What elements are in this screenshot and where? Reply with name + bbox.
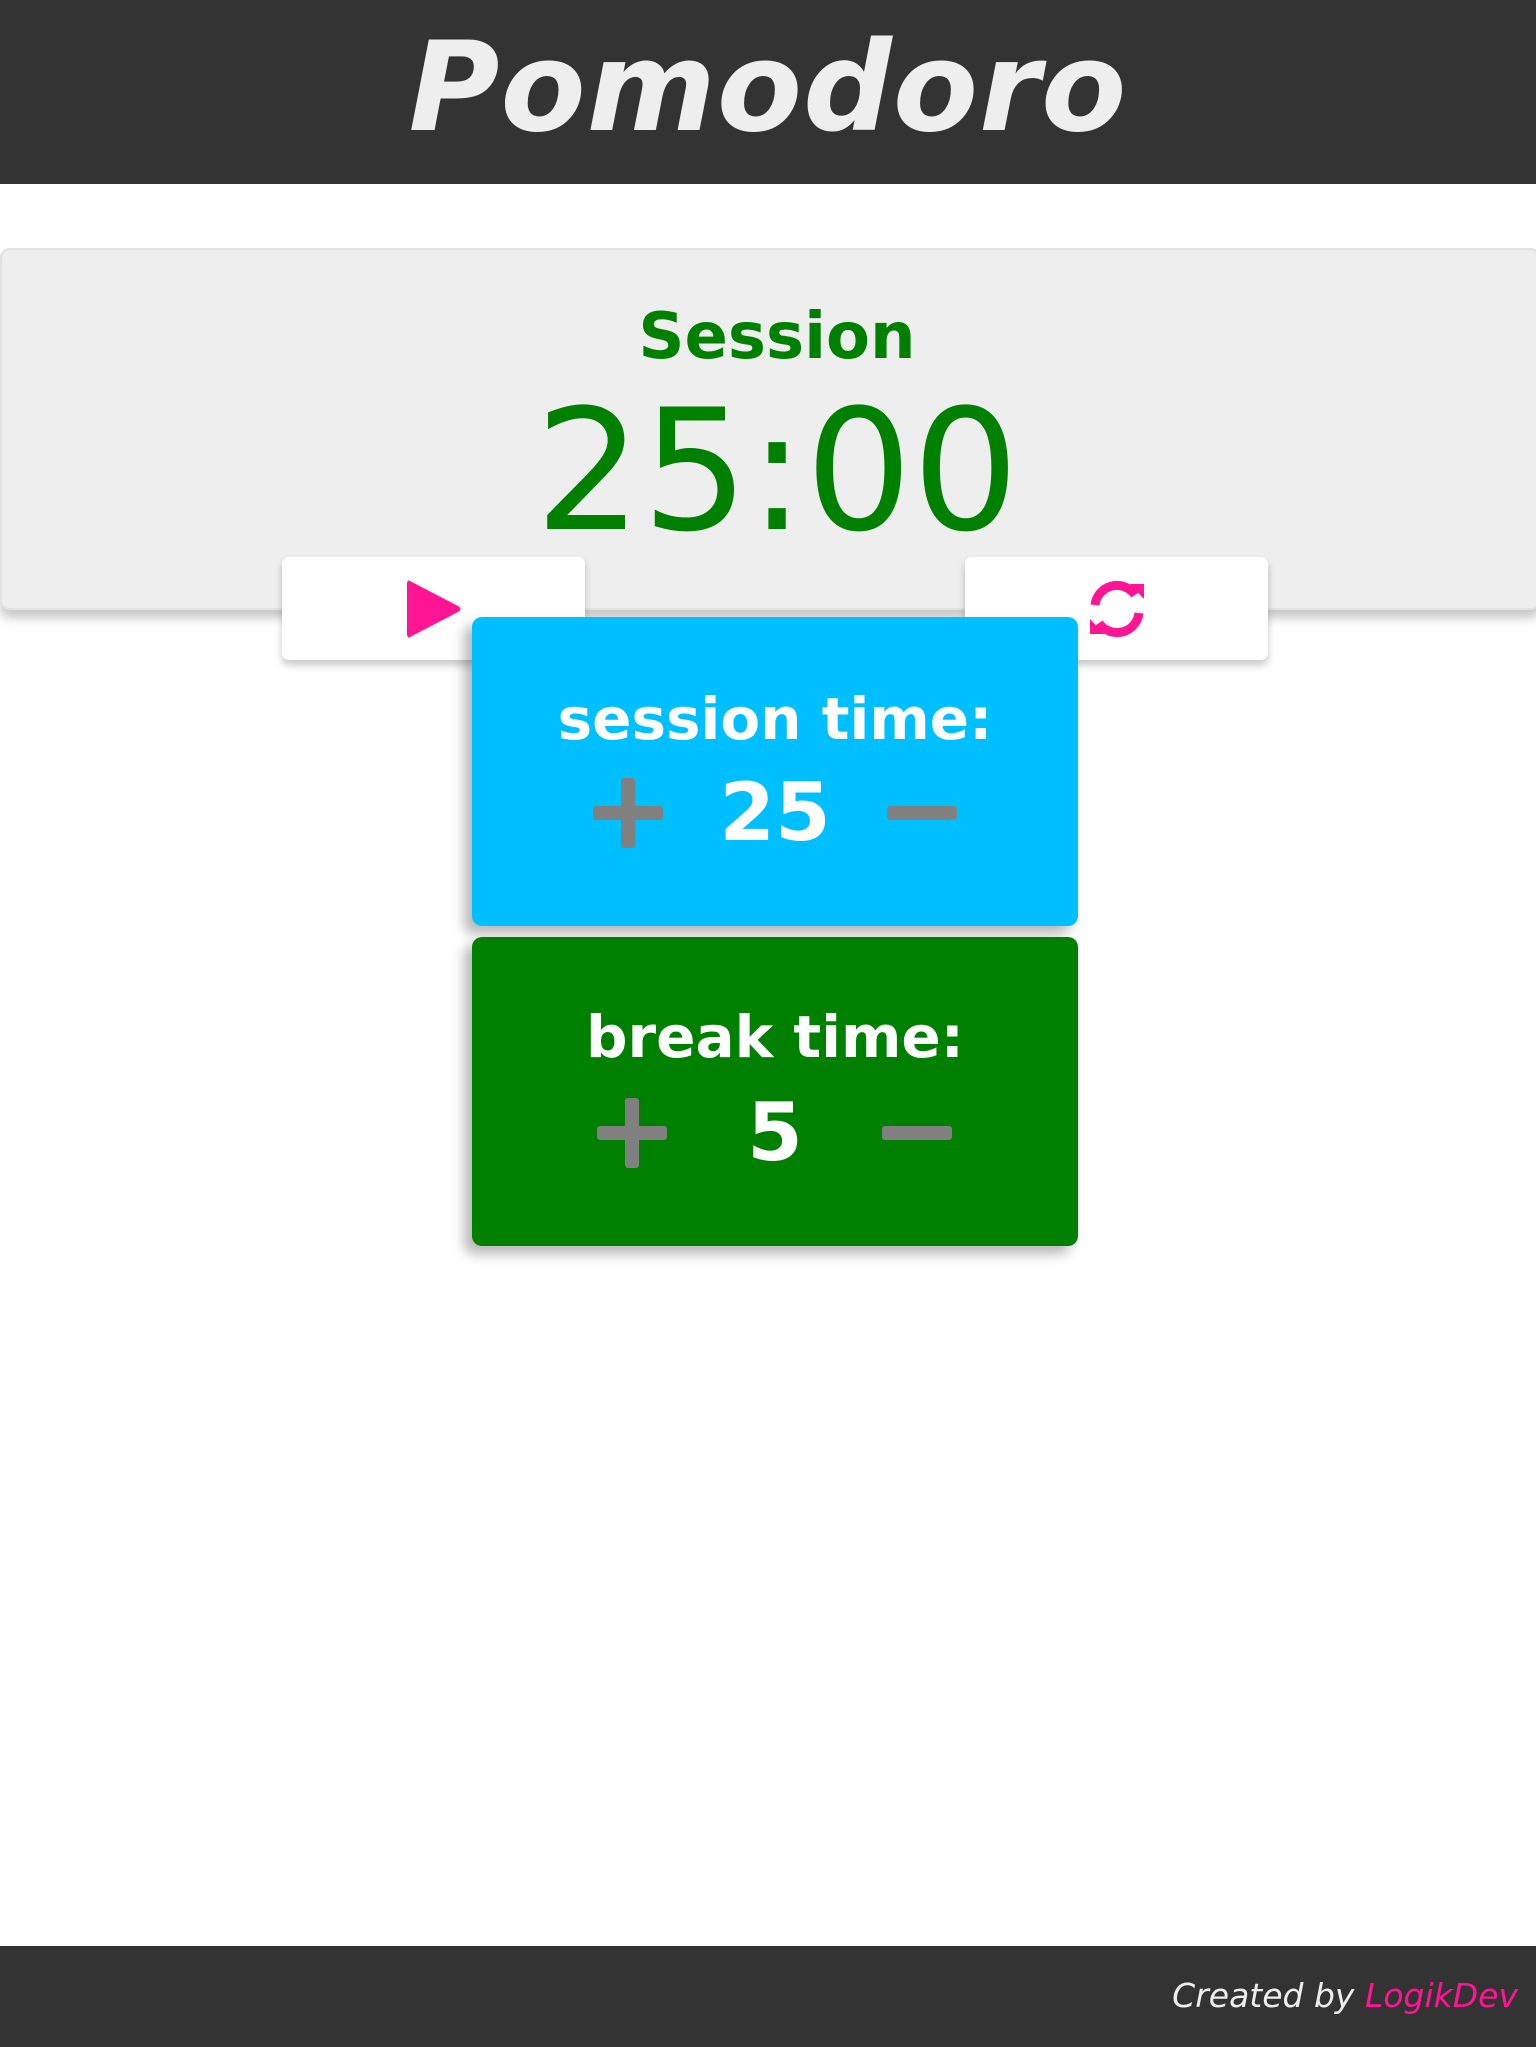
break-time-stepper: 5: [472, 1083, 1078, 1183]
session-time-value: 25: [719, 766, 831, 859]
session-time-stepper: 25: [472, 763, 1078, 863]
app-title: Pomodoro: [408, 16, 1128, 160]
credit-prefix: Created by: [1172, 1976, 1365, 2015]
play-icon: [406, 580, 460, 637]
break-time-value: 5: [747, 1086, 803, 1179]
break-time-card: break time: 5: [472, 937, 1078, 1246]
refresh-icon: [1089, 580, 1144, 637]
session-time-card: session time: 25: [472, 617, 1078, 926]
timer-display: 25:00: [534, 373, 1020, 569]
minus-icon: [887, 806, 957, 820]
break-time-label: break time:: [586, 1003, 964, 1071]
timer-panel: Session 25:00: [0, 248, 1536, 610]
credit-text: Created by LogikDev: [1172, 1976, 1518, 2015]
app-footer: Created by LogikDev: [0, 1946, 1536, 2047]
break-decrement-button[interactable]: [877, 1093, 957, 1173]
minus-icon: [882, 1126, 952, 1140]
app-header: Pomodoro: [0, 0, 1536, 184]
session-decrement-button[interactable]: [882, 773, 962, 853]
author-link[interactable]: LogikDev: [1365, 1976, 1518, 2015]
timer-mode-label: Session: [638, 300, 916, 374]
session-time-label: session time:: [557, 685, 993, 753]
